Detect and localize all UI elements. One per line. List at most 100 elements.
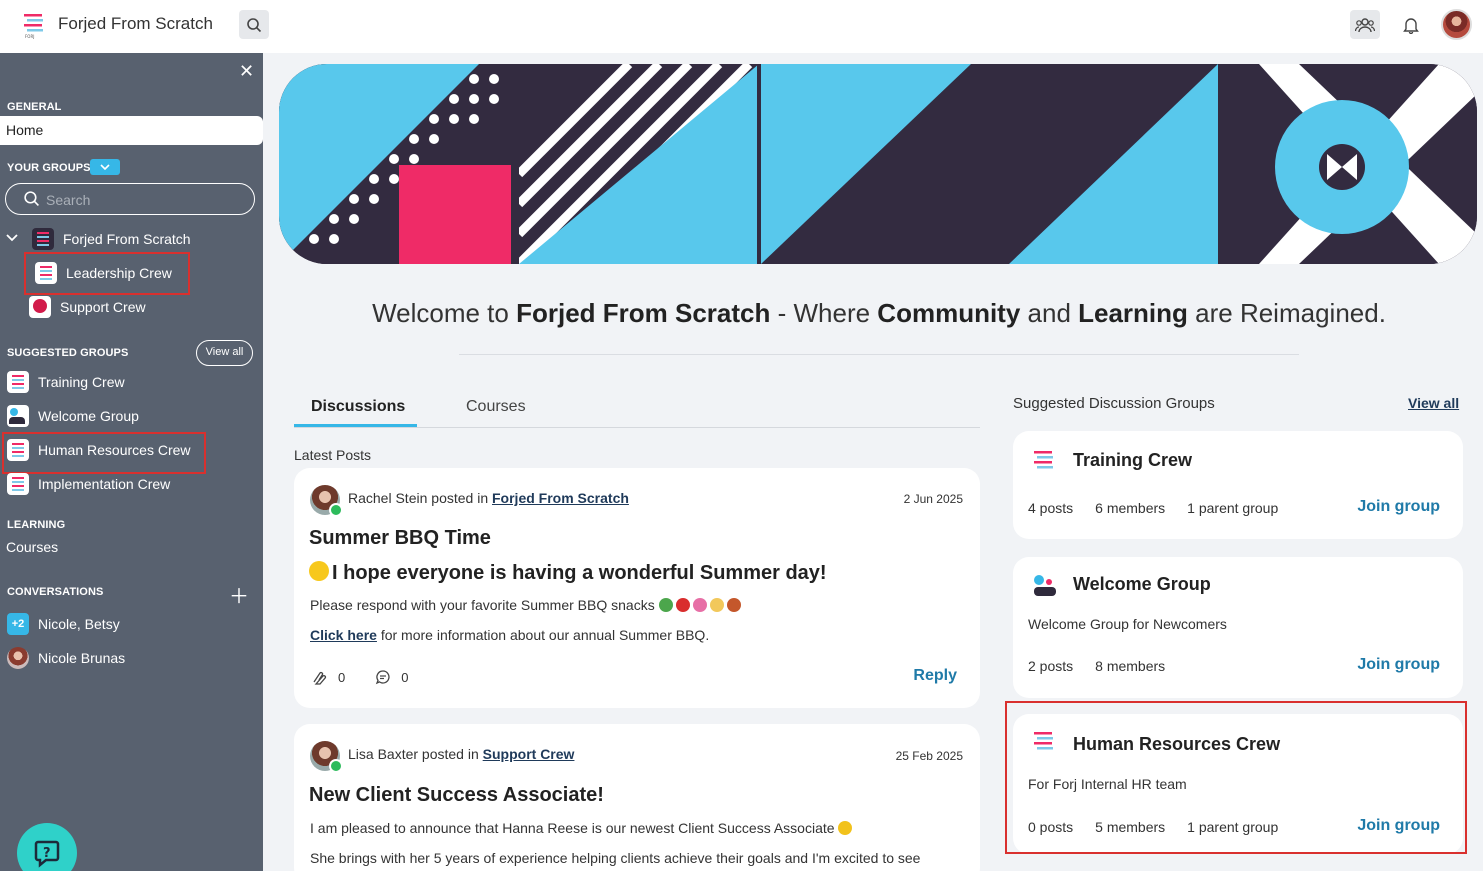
clap-icon[interactable]: [310, 668, 328, 686]
chevron-down-icon[interactable]: [6, 234, 18, 242]
learning-heading: LEARNING: [7, 519, 66, 531]
group-name[interactable]: Welcome Group: [1073, 574, 1211, 595]
tab-discussions[interactable]: Discussions: [311, 398, 405, 416]
conversation-item[interactable]: +2 Nicole, Betsy: [7, 610, 120, 638]
content-tabs: Discussions Courses: [294, 394, 980, 428]
post-body-line: Click here for more information about ou…: [310, 627, 709, 643]
suggested-groups-title: Suggested Discussion Groups: [1013, 395, 1215, 412]
group-card-welcome-group[interactable]: Welcome Group Welcome Group for Newcomer…: [1013, 557, 1463, 698]
post-author[interactable]: Rachel Stein: [348, 490, 427, 506]
search-icon: [247, 17, 262, 32]
view-all-groups-link[interactable]: View all: [1408, 395, 1459, 411]
conversation-label: Nicole Brunas: [38, 650, 126, 666]
group-card-training-crew[interactable]: Training Crew 4 posts 6 members 1 parent…: [1013, 431, 1463, 539]
community-banner: [279, 64, 1477, 264]
suggested-groups-heading: SUGGESTED GROUPS: [7, 347, 129, 359]
group-posts-count: 4 posts: [1028, 500, 1074, 516]
svg-text:FORJ: FORJ: [25, 34, 34, 39]
help-button[interactable]: ?: [17, 823, 77, 871]
add-conversation-icon[interactable]: ＋: [229, 580, 249, 609]
conversation-count-badge: +2: [7, 613, 29, 635]
app-title[interactable]: Forjed From Scratch: [58, 14, 213, 34]
close-sidebar-icon[interactable]: ✕: [239, 61, 254, 82]
group-posts-count: 2 posts: [1028, 658, 1074, 674]
top-bar: FORJ Forjed From Scratch: [0, 0, 1483, 53]
join-group-button[interactable]: Join group: [1357, 498, 1440, 516]
group-description: Welcome Group for Newcomers: [1028, 616, 1227, 632]
forj-logo-icon: [1034, 451, 1053, 469]
forj-logo-icon[interactable]: FORJ: [22, 12, 46, 40]
latest-posts-heading: Latest Posts: [294, 447, 372, 463]
join-group-button[interactable]: Join group: [1357, 656, 1440, 674]
avatar[interactable]: [310, 741, 343, 773]
post-subtitle-text: I hope everyone is having a wonderful Su…: [332, 562, 827, 584]
posted-in-text: posted in: [427, 490, 492, 506]
search-placeholder: Search: [46, 192, 91, 208]
post-author[interactable]: Lisa Baxter: [348, 746, 418, 762]
sun-emoji-icon: [309, 561, 329, 581]
conversation-label: Nicole, Betsy: [38, 616, 120, 632]
posted-in-text: posted in: [418, 746, 483, 762]
group-parent-count: 1 parent group: [1187, 500, 1279, 516]
sidebar: ✕ GENERAL Home YOUR GROUPS Search Forjed…: [0, 53, 263, 871]
post-body-line: Please respond with your favorite Summer…: [310, 597, 744, 613]
post-title[interactable]: New Client Success Associate!: [309, 784, 604, 807]
highlight-box: [2, 432, 206, 474]
highlight-box: [1005, 701, 1467, 854]
reply-button[interactable]: Reply: [913, 667, 957, 685]
highlight-box: [24, 252, 190, 295]
clap-count: 0: [338, 669, 346, 685]
sidebar-item-courses[interactable]: Courses: [6, 533, 58, 561]
group-members-count: 8 members: [1095, 658, 1166, 674]
click-here-link[interactable]: Click here: [310, 627, 377, 643]
group-members-count: 6 members: [1095, 500, 1166, 516]
sidebar-item-label: Welcome Group: [38, 408, 139, 424]
divider: [459, 354, 1299, 355]
post-title[interactable]: Summer BBQ Time: [309, 527, 491, 550]
comment-icon[interactable]: [375, 669, 391, 685]
tab-courses[interactable]: Courses: [466, 398, 526, 416]
welcome-text: and: [1020, 298, 1079, 328]
welcome-word-community: Community: [877, 298, 1021, 328]
welcome-text: are Reimagined.: [1187, 298, 1386, 328]
sidebar-item-forjed-from-scratch[interactable]: Forjed From Scratch: [32, 225, 191, 253]
post-body-text: Please respond with your favorite Summer…: [310, 597, 655, 613]
your-groups-toggle[interactable]: [90, 159, 120, 175]
search-icon: [24, 191, 39, 206]
notifications-button[interactable]: [1396, 10, 1426, 39]
sidebar-item-implementation-crew[interactable]: Implementation Crew: [7, 470, 170, 498]
sidebar-item-home[interactable]: Home: [0, 116, 263, 145]
online-badge-icon: [329, 759, 343, 773]
ice-cream-emoji-icon: [709, 598, 724, 612]
groups-button[interactable]: [1350, 10, 1380, 39]
post-card[interactable]: Rachel Stein posted in Forjed From Scrat…: [294, 468, 980, 708]
post-group-link[interactable]: Support Crew: [483, 746, 575, 762]
sidebar-item-welcome-group[interactable]: Welcome Group: [7, 402, 139, 430]
post-date: 2 Jun 2025: [903, 492, 963, 506]
group-name[interactable]: Training Crew: [1073, 450, 1192, 471]
welcome-heading: Welcome to Forjed From Scratch - Where C…: [280, 298, 1478, 329]
post-body-line: I am pleased to announce that Hanna Rees…: [310, 820, 855, 836]
online-badge-icon: [329, 503, 343, 517]
post-card[interactable]: Lisa Baxter posted in Support Crew 25 Fe…: [294, 724, 980, 871]
search-button[interactable]: [239, 10, 269, 39]
user-avatar[interactable]: [1441, 9, 1472, 40]
welcome-text: Welcome to: [372, 298, 517, 328]
group-stats: 2 posts 8 members: [1028, 658, 1165, 674]
drumstick-emoji-icon: [726, 598, 741, 612]
sidebar-item-label: Training Crew: [38, 374, 125, 390]
banner-art: [279, 64, 1477, 264]
welcome-group-icon: [1034, 575, 1056, 596]
svg-text:?: ?: [43, 846, 51, 861]
avatar[interactable]: [310, 485, 343, 517]
welcome-text: - Where: [770, 298, 878, 328]
conversation-item[interactable]: Nicole Brunas: [7, 644, 125, 672]
sidebar-item-support-crew[interactable]: Support Crew: [29, 293, 146, 321]
sidebar-search-input[interactable]: Search: [5, 183, 255, 215]
post-meta: Lisa Baxter posted in Support Crew: [348, 746, 574, 762]
view-all-suggested-button[interactable]: View all: [196, 340, 253, 366]
sidebar-item-training-crew[interactable]: Training Crew: [7, 368, 125, 396]
post-group-link[interactable]: Forjed From Scratch: [492, 490, 629, 506]
forj-logo-icon: [7, 371, 29, 393]
post-date: 25 Feb 2025: [895, 749, 963, 763]
